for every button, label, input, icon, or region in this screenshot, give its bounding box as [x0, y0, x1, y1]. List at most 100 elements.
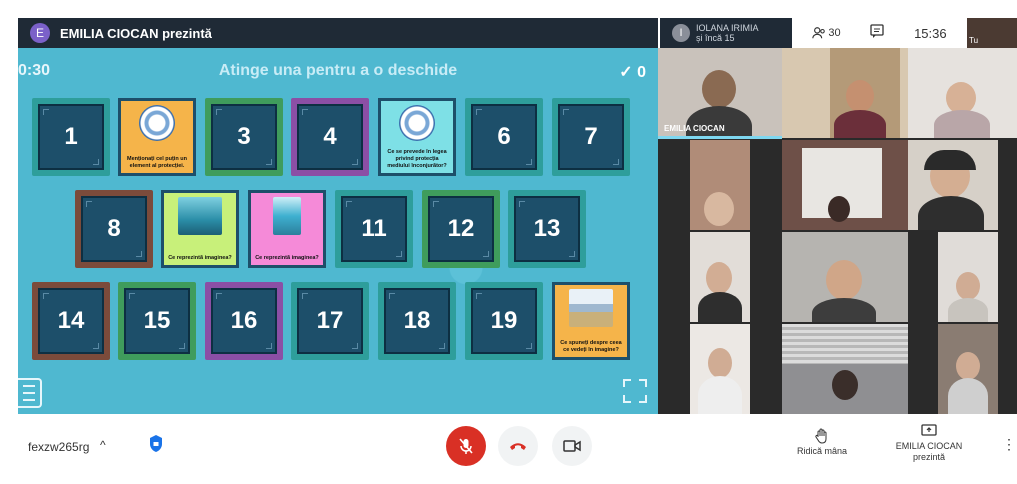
card-number: 11: [341, 196, 407, 262]
chevron-up-icon[interactable]: ^: [100, 438, 106, 452]
video-tile[interactable]: [782, 48, 908, 138]
card-16[interactable]: 16: [205, 282, 283, 360]
self-view-thumbnail[interactable]: Tu: [967, 18, 1017, 48]
card-image: [569, 289, 613, 327]
camera-icon: [563, 440, 581, 452]
presenter-avatar: E: [30, 23, 50, 43]
video-tile[interactable]: [938, 324, 998, 414]
video-tile[interactable]: [908, 140, 998, 230]
presenting-name: EMILIA CIOCAN: [895, 441, 963, 451]
participants-grid: EMILIA CIOCAN: [658, 48, 1017, 414]
people-count: 30: [828, 27, 841, 39]
card-number: 12: [428, 196, 494, 262]
card-image: [178, 197, 222, 235]
card-4[interactable]: 4: [291, 98, 369, 176]
clock: 15:36: [914, 25, 947, 41]
card-18[interactable]: 18: [378, 282, 456, 360]
question-card-4[interactable]: Ce reprezintă imaginea?: [248, 190, 326, 268]
card-question: Ce se prevede în legea privind protecția…: [387, 149, 447, 169]
card-11[interactable]: 11: [335, 190, 413, 268]
card-8[interactable]: 8: [75, 190, 153, 268]
participant-avatar: I: [672, 24, 690, 42]
card-13[interactable]: 13: [508, 190, 586, 268]
card-number: 17: [297, 288, 363, 354]
game-title: Atinge una pentru a o deschide: [218, 62, 458, 79]
card-3[interactable]: 3: [205, 98, 283, 176]
phone-hangup-icon: [510, 443, 526, 450]
card-number: 6: [471, 104, 537, 170]
hand-icon: [815, 428, 827, 444]
participant-more-line: și încă 15: [696, 33, 735, 43]
video-tile[interactable]: [782, 324, 908, 414]
raise-hand-button[interactable]: Ridică mâna: [792, 428, 852, 456]
meeting-controls: fexzw265rg ^ Ridică mâna EMILIA CIOCAN p…: [0, 414, 1017, 484]
video-tile[interactable]: [690, 140, 750, 230]
card-question: Ce reprezintă imaginea?: [255, 255, 319, 261]
video-tile[interactable]: [690, 324, 750, 414]
card-12[interactable]: 12: [422, 190, 500, 268]
chat-icon: [870, 23, 884, 38]
card-15[interactable]: 15: [118, 282, 196, 360]
card-number: 18: [384, 288, 450, 354]
present-screen-icon: [921, 424, 937, 436]
card-number: 8: [81, 196, 147, 262]
mic-off-icon: [459, 438, 473, 454]
card-number: 15: [124, 288, 190, 354]
speaking-indicator: [658, 136, 782, 139]
card-question: Ce reprezintă imaginea?: [168, 255, 232, 261]
shield-icon[interactable]: [148, 434, 164, 454]
card-question: Menționați cel puțin un element al prote…: [127, 156, 187, 169]
video-tile[interactable]: [782, 140, 908, 230]
video-tile[interactable]: [782, 232, 908, 322]
card-number: 4: [297, 104, 363, 170]
end-call-button[interactable]: [498, 426, 538, 466]
fullscreen-icon[interactable]: [622, 378, 648, 404]
card-number: 1: [38, 104, 104, 170]
participant-names: IOLANA IRIMIA și încă 15: [696, 23, 759, 43]
question-card-5[interactable]: Ce spuneți despre ceea ce vedeți în imag…: [552, 282, 630, 360]
check-icon: ✓: [619, 64, 633, 81]
participant-name-line: IOLANA IRIMIA: [696, 23, 759, 33]
video-tile[interactable]: [690, 232, 750, 322]
card-17[interactable]: 17: [291, 282, 369, 360]
presenter-title: EMILIA CIOCAN prezintă: [60, 25, 212, 41]
question-card-1[interactable]: Menționați cel puțin un element al prote…: [118, 98, 196, 176]
more-options-icon[interactable]: ⋮: [1002, 436, 1016, 453]
menu-button[interactable]: [18, 378, 42, 408]
meeting-info-panel: 30 15:36: [792, 18, 967, 48]
chat-button[interactable]: [869, 23, 885, 44]
card-question: Ce spuneți despre ceea ce vedeți în imag…: [560, 340, 622, 353]
tile-name-label: EMILIA CIOCAN: [664, 124, 725, 133]
card-image: [399, 105, 435, 141]
card-number: 3: [211, 104, 277, 170]
card-7[interactable]: 7: [552, 98, 630, 176]
game-board: 0:30 Atinge una pentru a o deschide ✓ 0 …: [18, 48, 658, 414]
video-tile[interactable]: [908, 48, 1017, 138]
card-number: 14: [38, 288, 104, 354]
card-number: 16: [211, 288, 277, 354]
card-19[interactable]: 19: [465, 282, 543, 360]
card-14[interactable]: 14: [32, 282, 110, 360]
card-6[interactable]: 6: [465, 98, 543, 176]
people-icon: [812, 27, 826, 39]
score-value: 0: [637, 64, 646, 81]
card-number: 7: [558, 104, 624, 170]
video-tile-main[interactable]: EMILIA CIOCAN: [658, 48, 782, 138]
question-card-2[interactable]: Ce se prevede în legea privind protecția…: [378, 98, 456, 176]
card-image: [273, 197, 301, 235]
video-tile[interactable]: [938, 232, 998, 322]
meeting-code[interactable]: fexzw265rg: [28, 440, 89, 454]
presenter-bar: E EMILIA CIOCAN prezintă: [18, 18, 658, 48]
mic-toggle-button[interactable]: [446, 426, 486, 466]
card-1[interactable]: 1: [32, 98, 110, 176]
camera-toggle-button[interactable]: [552, 426, 592, 466]
self-label: Tu: [969, 36, 979, 45]
presenting-status: prezintă: [912, 452, 946, 462]
game-score: ✓ 0: [619, 62, 646, 82]
question-card-3[interactable]: Ce reprezintă imaginea?: [161, 190, 239, 268]
presenting-button[interactable]: EMILIA CIOCAN prezintă: [884, 424, 974, 463]
raise-hand-label: Ridică mâna: [796, 446, 848, 456]
card-number: 13: [514, 196, 580, 262]
people-button[interactable]: 30: [812, 26, 841, 40]
card-image: [139, 105, 175, 141]
